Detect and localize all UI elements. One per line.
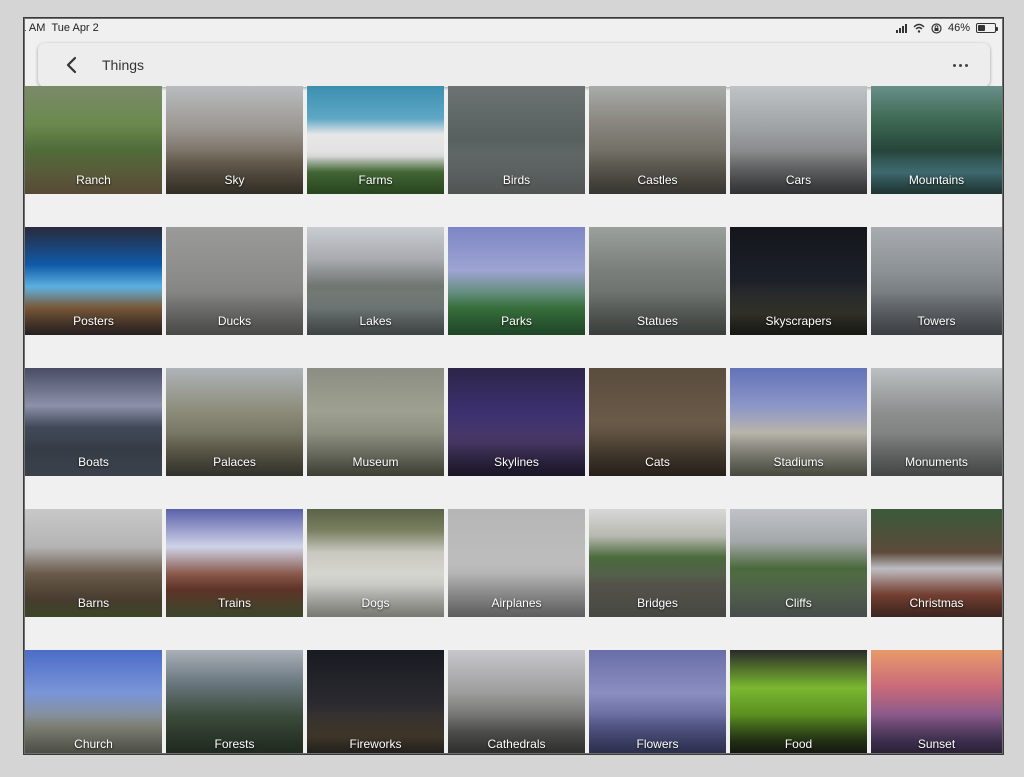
category-tile-palaces[interactable]: Palaces xyxy=(166,368,303,476)
category-label: Food xyxy=(784,737,813,751)
category-label: Skylines xyxy=(494,455,539,469)
category-tile-food[interactable]: Food xyxy=(730,650,867,753)
category-label: Dogs xyxy=(361,596,390,610)
category-tile-forests[interactable]: Forests xyxy=(166,650,303,753)
category-tile-monuments[interactable]: Monuments xyxy=(871,368,1002,476)
chevron-left-icon xyxy=(66,56,77,74)
category-tile-cathedrals[interactable]: Cathedrals xyxy=(448,650,585,753)
category-tile-skyscrapers[interactable]: Skyscrapers xyxy=(730,227,867,335)
category-label: Ranch xyxy=(76,173,111,187)
category-tile-barns[interactable]: Barns xyxy=(25,509,162,617)
category-label: Posters xyxy=(73,314,114,328)
battery-icon xyxy=(976,23,998,33)
category-tile-cliffs[interactable]: Cliffs xyxy=(730,509,867,617)
category-tile-flowers[interactable]: Flowers xyxy=(589,650,726,753)
category-label: Sunset xyxy=(917,737,956,751)
category-label: Cathedrals xyxy=(487,737,546,751)
category-label: Barns xyxy=(77,596,110,610)
category-tile-museum[interactable]: Museum xyxy=(307,368,444,476)
category-label: Farms xyxy=(358,173,393,187)
status-icons: 46% xyxy=(895,22,998,34)
category-tile-sky[interactable]: Sky xyxy=(166,86,303,194)
cellular-signal-icon xyxy=(895,23,907,33)
status-time-date: 9:01 AM Tue Apr 2 xyxy=(25,22,99,34)
category-label: Airplanes xyxy=(491,596,542,610)
category-label: Birds xyxy=(502,173,531,187)
category-tile-birds[interactable]: Birds xyxy=(448,86,585,194)
category-tile-airplanes[interactable]: Airplanes xyxy=(448,509,585,617)
category-tile-boats[interactable]: Boats xyxy=(25,368,162,476)
category-tile-posters[interactable]: Posters xyxy=(25,227,162,335)
category-label: Castles xyxy=(637,173,678,187)
status-date: Tue Apr 2 xyxy=(51,22,99,34)
category-label: Cats xyxy=(645,455,670,469)
category-tile-lakes[interactable]: Lakes xyxy=(307,227,444,335)
category-tile-statues[interactable]: Statues xyxy=(589,227,726,335)
category-tile-towers[interactable]: Towers xyxy=(871,227,1002,335)
category-label: Christmas xyxy=(909,596,964,610)
category-label: Fireworks xyxy=(349,737,402,751)
category-tile-farms[interactable]: Farms xyxy=(307,86,444,194)
category-label: Lakes xyxy=(359,314,392,328)
category-label: Towers xyxy=(917,314,956,328)
category-label: Cliffs xyxy=(785,596,812,610)
category-label: Forests xyxy=(214,737,255,751)
category-label: Monuments xyxy=(905,455,968,469)
category-tile-christmas[interactable]: Christmas xyxy=(871,509,1002,617)
more-options-button[interactable] xyxy=(948,55,972,75)
category-tile-mountains[interactable]: Mountains xyxy=(871,86,1002,194)
rotation-lock-icon xyxy=(931,22,942,34)
category-tile-sunset[interactable]: Sunset xyxy=(871,650,1002,753)
category-tile-trains[interactable]: Trains xyxy=(166,509,303,617)
category-tile-bridges[interactable]: Bridges xyxy=(589,509,726,617)
page-title: Things xyxy=(102,57,145,73)
category-label: Palaces xyxy=(213,455,256,469)
category-label: Cars xyxy=(785,173,812,187)
category-label: Mountains xyxy=(908,173,965,187)
category-tile-skylines[interactable]: Skylines xyxy=(448,368,585,476)
battery-percent: 46% xyxy=(947,22,970,34)
category-tile-cats[interactable]: Cats xyxy=(589,368,726,476)
category-tile-church[interactable]: Church xyxy=(25,650,162,753)
category-tile-ranch[interactable]: Ranch xyxy=(25,86,162,194)
category-label: Parks xyxy=(501,314,532,328)
status-bar: 9:01 AM Tue Apr 2 46% xyxy=(25,19,1002,39)
category-label: Museum xyxy=(352,455,399,469)
app-header: Things xyxy=(38,43,990,87)
category-label: Trains xyxy=(218,596,251,610)
category-label: Skyscrapers xyxy=(765,314,832,328)
category-label: Statues xyxy=(637,314,678,328)
wifi-icon xyxy=(913,23,925,33)
tablet-screen: 9:01 AM Tue Apr 2 46% Things Ranch Sky Far… xyxy=(24,18,1003,754)
category-tile-dogs[interactable]: Dogs xyxy=(307,509,444,617)
status-time: 9:01 AM xyxy=(25,22,46,34)
category-tile-castles[interactable]: Castles xyxy=(589,86,726,194)
category-label: Flowers xyxy=(636,737,679,751)
category-tile-parks[interactable]: Parks xyxy=(448,227,585,335)
category-label: Church xyxy=(74,737,113,751)
category-tile-ducks[interactable]: Ducks xyxy=(166,227,303,335)
category-label: Bridges xyxy=(637,596,678,610)
category-label: Sky xyxy=(224,173,245,187)
category-tile-stadiums[interactable]: Stadiums xyxy=(730,368,867,476)
category-label: Ducks xyxy=(217,314,252,328)
category-tile-cars[interactable]: Cars xyxy=(730,86,867,194)
back-button[interactable] xyxy=(51,45,91,85)
category-label: Stadiums xyxy=(773,455,824,469)
category-tile-fireworks[interactable]: Fireworks xyxy=(307,650,444,753)
more-horizontal-icon xyxy=(952,63,956,67)
category-label: Boats xyxy=(78,455,109,469)
